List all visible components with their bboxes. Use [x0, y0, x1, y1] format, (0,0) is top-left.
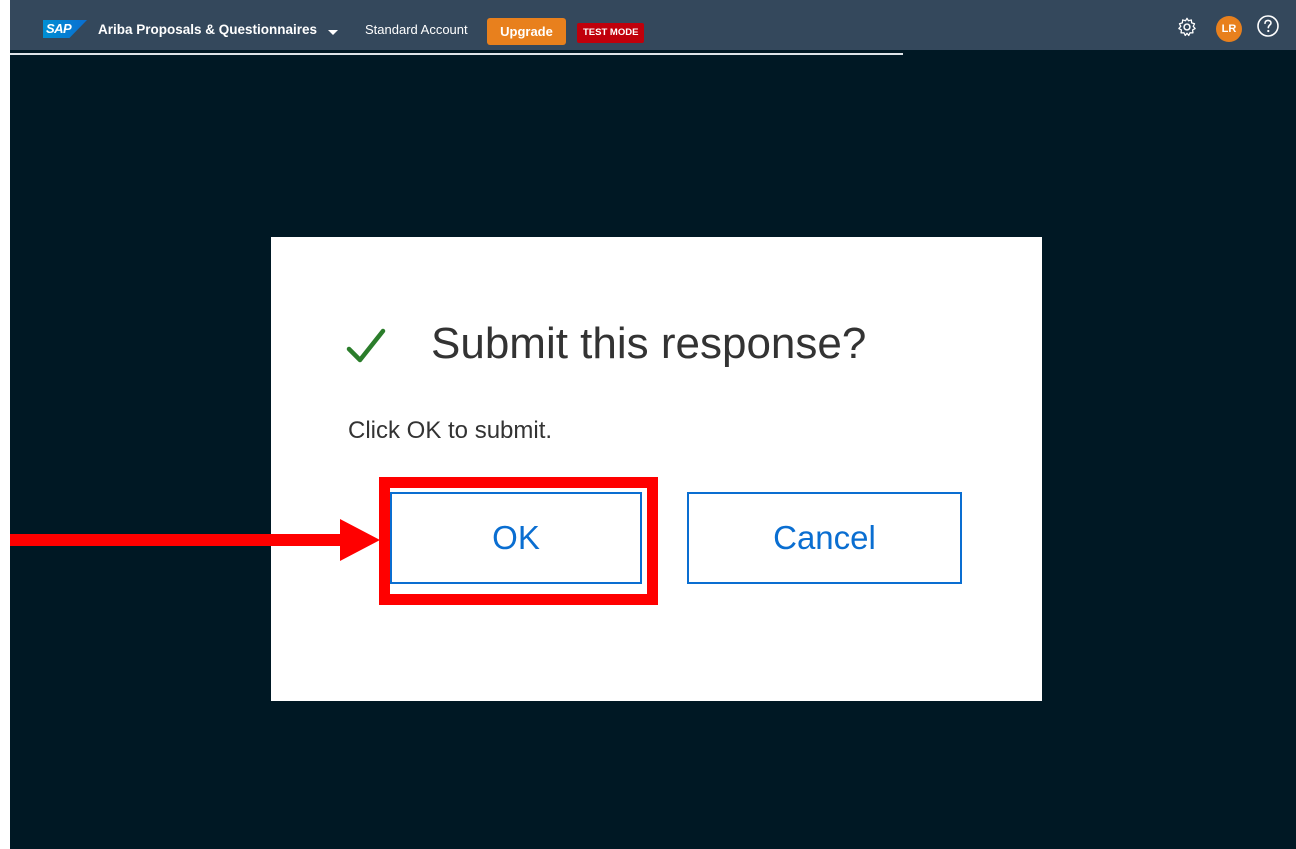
dialog-title: Submit this response?: [431, 319, 867, 368]
upgrade-button[interactable]: Upgrade: [487, 18, 566, 45]
account-type-label: Standard Account: [365, 22, 468, 37]
annotation-highlight-box: [379, 477, 658, 605]
gear-icon[interactable]: [1176, 16, 1198, 38]
confirm-dialog: Submit this response? Click OK to submit…: [271, 237, 1042, 701]
header-divider: [10, 53, 903, 55]
top-navigation-bar: SAP Ariba Proposals & Questionnaires Sta…: [10, 0, 1296, 50]
cancel-button[interactable]: Cancel: [687, 492, 962, 584]
app-window: SAP Ariba Proposals & Questionnaires Sta…: [10, 0, 1296, 849]
check-icon: [346, 328, 386, 363]
test-mode-badge: TEST MODE: [577, 23, 645, 43]
help-icon[interactable]: [1256, 14, 1280, 38]
dialog-message: Click OK to submit.: [348, 417, 553, 444]
product-title[interactable]: Ariba Proposals & Questionnaires: [98, 22, 317, 37]
chevron-down-icon[interactable]: [328, 30, 338, 35]
annotation-arrow: [10, 519, 380, 561]
user-avatar[interactable]: LR: [1216, 16, 1242, 42]
sap-logo: SAP: [43, 20, 87, 38]
